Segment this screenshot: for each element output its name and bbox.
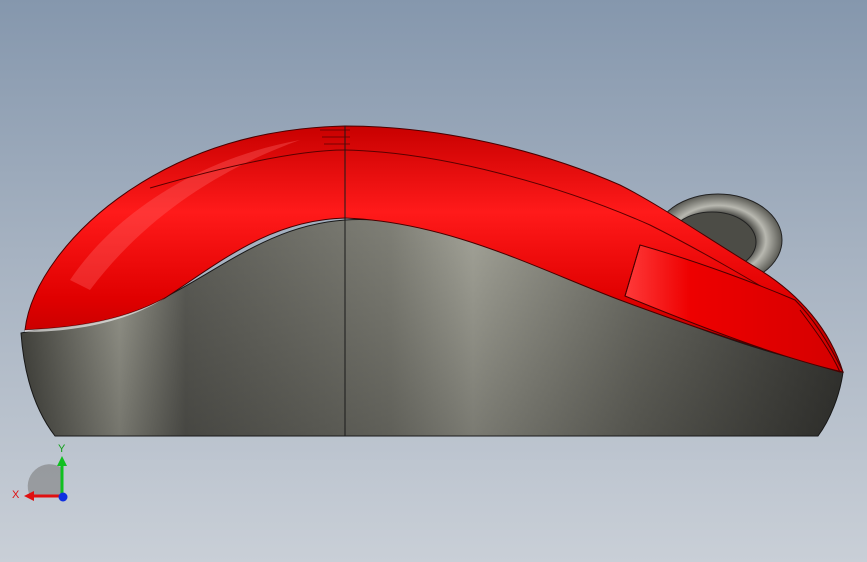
triad-y-label: Y	[58, 443, 66, 455]
graphics-viewport[interactable]: Y X	[0, 0, 867, 562]
triad-plane-shading	[27, 464, 62, 496]
coordinate-triad: Y X	[12, 443, 68, 502]
triad-x-label: X	[12, 489, 20, 501]
triad-z-axis	[58, 492, 68, 502]
mouse-3d-model[interactable]	[0, 0, 867, 562]
